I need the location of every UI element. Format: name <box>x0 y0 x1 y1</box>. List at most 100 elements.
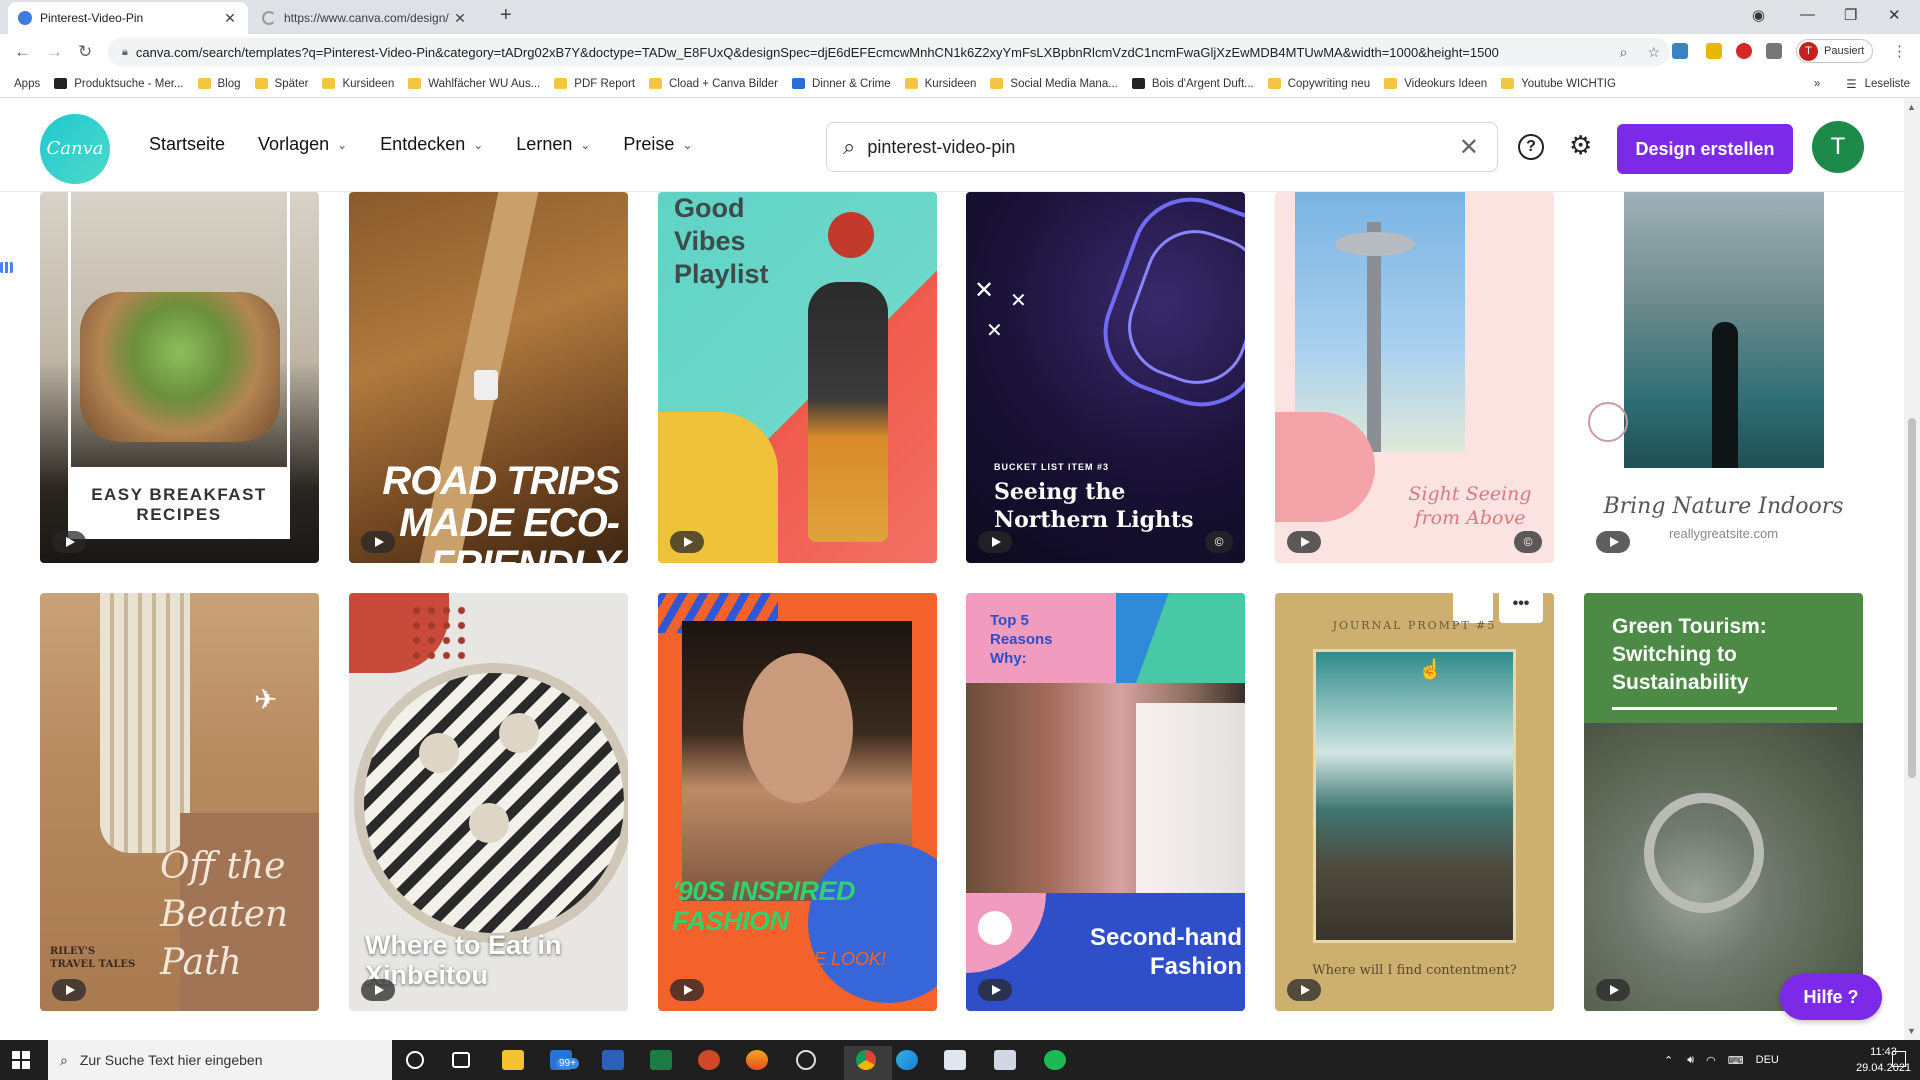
bookmark-folder[interactable]: Copywriting neu <box>1267 78 1370 90</box>
bookmark-folder[interactable]: Später <box>254 78 308 90</box>
lock-icon: 🔒︎ <box>122 45 128 58</box>
bookmark-item[interactable]: Produktsuche - Mer... <box>54 78 184 90</box>
taskbar-search[interactable]: ⌕ Zur Suche Text hier eingeben <box>48 1040 392 1080</box>
chrome-icon[interactable] <box>856 1050 876 1070</box>
template-card[interactable]: Top 5 Reasons Why: Second-hand Fashion <box>966 593 1245 1011</box>
folder-icon <box>990 78 1004 89</box>
extensions-puzzle-icon[interactable] <box>1766 43 1782 59</box>
bookmark-folder[interactable]: Kursideen <box>904 78 976 90</box>
template-card[interactable]: Good Vibes Playlist <box>658 192 937 563</box>
edge-icon[interactable] <box>896 1050 918 1070</box>
bookmark-folder[interactable]: Kursideen <box>322 78 394 90</box>
help-icon[interactable]: ? <box>1518 134 1544 160</box>
profile-button[interactable]: T Pausiert <box>1796 39 1874 63</box>
template-kicker: JOURNAL PROMPT #5 <box>1332 619 1497 632</box>
app-icon[interactable] <box>746 1050 768 1070</box>
help-floating-button[interactable]: Hilfe ? <box>1780 974 1882 1020</box>
scrollbar-thumb[interactable] <box>1908 418 1916 778</box>
windows-start-icon[interactable] <box>12 1051 30 1069</box>
url-bar[interactable]: 🔒︎ canva.com/search/templates?q=Pinteres… <box>108 38 1670 66</box>
create-design-button[interactable]: Design erstellen <box>1617 124 1793 174</box>
bookmark-folder[interactable]: Cload + Canva Bilder <box>649 78 778 90</box>
minimize-icon[interactable]: — <box>1800 6 1815 23</box>
bookmark-star-icon[interactable]: ☆ <box>1647 44 1660 61</box>
scroll-up-arrow-icon[interactable]: ▲ <box>1907 102 1916 112</box>
bookmark-folder[interactable]: Videokurs Ideen <box>1384 78 1487 90</box>
chevron-up-icon[interactable]: ⌃ <box>1664 1054 1673 1067</box>
task-view-icon[interactable] <box>452 1052 470 1068</box>
app-icon[interactable] <box>994 1050 1016 1070</box>
zoom-icon[interactable]: ⌕ <box>1620 44 1628 61</box>
template-card[interactable]: EASY BREAKFAST RECIPES <box>40 192 319 563</box>
file-explorer-icon[interactable] <box>502 1050 524 1070</box>
video-play-icon <box>52 531 86 553</box>
template-card[interactable]: ✈ Off the Beaten Path RILEY'S TRAVEL TAL… <box>40 593 319 1011</box>
template-grid: EASY BREAKFAST RECIPES ROAD TRIPS MADE E… <box>0 192 1904 1040</box>
plus-icon[interactable]: + <box>500 4 512 27</box>
template-card[interactable]: ✕ ✕ ✕ BUCKET LIST ITEM #3 Seeing the Nor… <box>966 192 1245 563</box>
premium-crown-icon: © <box>1514 531 1542 553</box>
tab-canva-design[interactable]: https://www.canva.com/design/ ✕ <box>252 2 478 34</box>
search-input[interactable] <box>867 136 1459 158</box>
bookmark-folder[interactable]: Youtube WICHTIG <box>1501 78 1616 90</box>
bookmark-item[interactable]: Dinner & Crime <box>792 78 891 90</box>
reading-list-label[interactable]: Leseliste <box>1865 78 1910 90</box>
bookmark-folder[interactable]: Blog <box>197 78 241 90</box>
bookmarks-overflow-icon[interactable]: » <box>1814 78 1820 90</box>
app-icon[interactable] <box>944 1050 966 1070</box>
user-avatar[interactable]: T <box>1812 121 1864 173</box>
close-tab-icon[interactable]: ✕ <box>452 10 468 27</box>
restore-icon[interactable]: ❐ <box>1844 6 1857 24</box>
notifications-icon[interactable] <box>1892 1051 1906 1067</box>
bookmark-folder[interactable]: Wahlfächer WU Aus... <box>408 78 540 90</box>
reload-icon[interactable]: ↻ <box>78 42 92 62</box>
address-toolbar: ← → ↻ 🔒︎ canva.com/search/templates?q=Pi… <box>0 34 1920 70</box>
tab-title: https://www.canva.com/design/ <box>284 11 449 25</box>
more-vertical-icon[interactable]: ⋮ <box>1892 42 1907 60</box>
canva-logo[interactable]: Canva <box>40 114 110 184</box>
template-card[interactable]: ROAD TRIPS MADE ECO-FRIENDLY <box>349 192 628 563</box>
nav-preise[interactable]: Preise ⌄ <box>623 134 692 155</box>
extension-icon[interactable] <box>1706 43 1722 59</box>
adblock-icon[interactable] <box>1736 43 1752 59</box>
tab-search-icon[interactable]: ◉ <box>1752 6 1765 24</box>
nav-vorlagen[interactable]: Vorlagen ⌄ <box>258 134 347 155</box>
page-scrollbar[interactable]: ▲ ▼ <box>1904 98 1920 1040</box>
back-arrow-icon[interactable]: ← <box>14 42 31 62</box>
windows-taskbar: ⌕ Zur Suche Text hier eingeben 99+ ⌃ 🔊︎ … <box>0 1040 1920 1080</box>
profile-status: Pausiert <box>1824 45 1865 57</box>
close-window-icon[interactable]: ✕ <box>1888 6 1901 24</box>
template-card[interactable]: Bring Nature Indoors reallygreatsite.com <box>1584 192 1863 563</box>
tab-pinterest-video-pin[interactable]: Pinterest-Video-Pin ✕ <box>8 2 248 34</box>
bookmark-apps[interactable]: Apps <box>0 78 40 273</box>
keyboard-icon[interactable]: ⌨ <box>1728 1054 1744 1067</box>
wifi-icon[interactable]: ◠ <box>1706 1054 1716 1067</box>
extension-iq-icon[interactable] <box>1672 43 1688 59</box>
word-icon[interactable] <box>602 1050 624 1070</box>
template-card[interactable]: Where to Eat in Xinbeitou <box>349 593 628 1011</box>
template-card[interactable]: Sight Seeing from Above © <box>1275 192 1554 563</box>
template-card[interactable]: Green Tourism: Switching to Sustainabili… <box>1584 593 1863 1011</box>
language-indicator[interactable]: DEU <box>1756 1054 1779 1066</box>
video-play-icon <box>1596 979 1630 1001</box>
reading-list-icon[interactable]: ☰ <box>1846 77 1856 91</box>
excel-icon[interactable] <box>650 1050 672 1070</box>
bookmark-item[interactable]: Bois d'Argent Duft... <box>1131 78 1254 90</box>
powerpoint-icon[interactable] <box>698 1050 720 1070</box>
template-card[interactable]: ••• JOURNAL PROMPT #5 Where will I find … <box>1275 593 1554 1011</box>
bookmark-folder[interactable]: PDF Report <box>554 78 635 90</box>
gear-icon[interactable]: ⚙ <box>1569 130 1592 161</box>
template-card[interactable]: '90S INSPIRED FASHION GET THE LOOK! <box>658 593 937 1011</box>
volume-icon[interactable]: 🔊︎ <box>1687 1054 1694 1067</box>
nav-entdecken[interactable]: Entdecken ⌄ <box>380 134 483 155</box>
scroll-down-arrow-icon[interactable]: ▼ <box>1907 1026 1916 1036</box>
nav-lernen[interactable]: Lernen ⌄ <box>516 134 590 155</box>
nav-startseite[interactable]: Startseite <box>149 134 225 155</box>
bookmark-folder[interactable]: Social Media Mana... <box>990 78 1118 90</box>
clear-search-icon[interactable]: ✕ <box>1459 133 1479 162</box>
spotify-icon[interactable] <box>1044 1050 1066 1070</box>
close-tab-icon[interactable]: ✕ <box>222 10 238 27</box>
app-icon[interactable] <box>796 1050 816 1070</box>
cortana-icon[interactable] <box>406 1051 424 1069</box>
forward-arrow-icon[interactable]: → <box>46 42 63 62</box>
